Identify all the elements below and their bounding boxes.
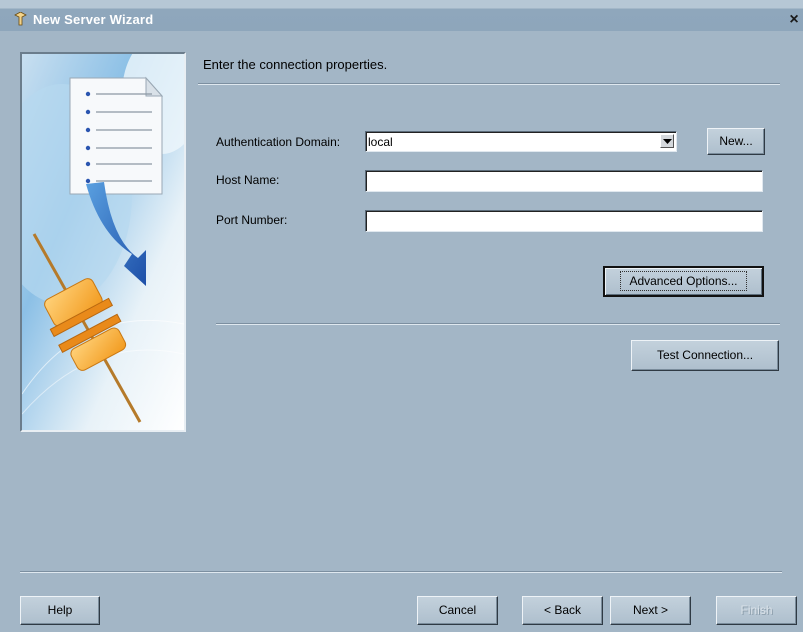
host-name-label: Host Name:	[216, 173, 280, 187]
chevron-down-icon[interactable]	[660, 134, 674, 148]
wizard-icon	[14, 12, 27, 26]
host-name-input[interactable]	[365, 170, 763, 192]
next-button[interactable]: Next >	[610, 596, 691, 625]
title-bar: New Server Wizard ×	[0, 0, 803, 31]
back-button[interactable]: < Back	[522, 596, 603, 625]
page-heading: Enter the connection properties.	[203, 57, 388, 72]
heading-divider	[198, 83, 780, 85]
port-number-label: Port Number:	[216, 213, 288, 227]
advanced-options-label: Advanced Options...	[620, 271, 747, 291]
document-icon	[69, 76, 164, 195]
advanced-options-button[interactable]: Advanced Options...	[603, 266, 764, 297]
wizard-banner-image	[20, 52, 186, 432]
form-divider	[216, 323, 780, 325]
close-icon[interactable]: ×	[788, 12, 800, 28]
footer-divider	[20, 571, 782, 573]
port-number-input[interactable]	[365, 210, 763, 232]
window-title: New Server Wizard	[33, 12, 154, 27]
auth-domain-value: local	[368, 135, 393, 149]
finish-button[interactable]: Finish	[716, 596, 797, 625]
help-button[interactable]: Help	[20, 596, 100, 625]
cancel-button[interactable]: Cancel	[417, 596, 498, 625]
test-connection-button[interactable]: Test Connection...	[631, 340, 779, 371]
auth-domain-select[interactable]: local	[365, 131, 677, 152]
new-auth-domain-button[interactable]: New...	[707, 128, 765, 155]
auth-domain-label: Authentication Domain:	[216, 135, 341, 149]
